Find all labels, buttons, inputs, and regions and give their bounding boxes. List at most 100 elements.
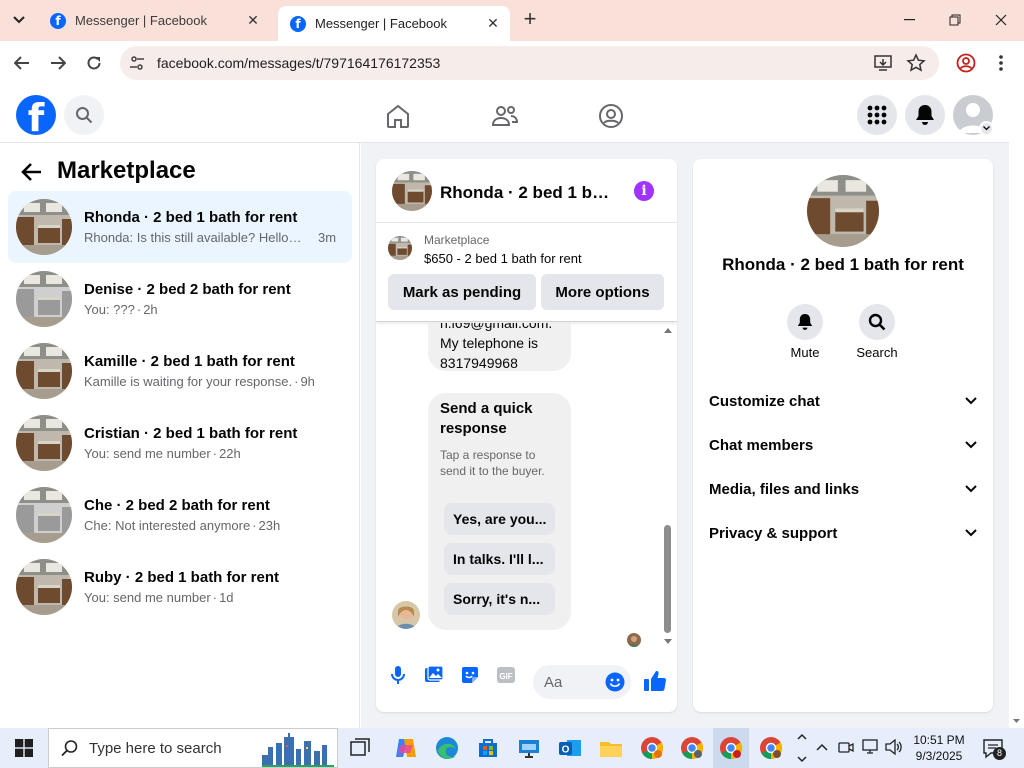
url-text[interactable]: facebook.com/messages/t/797164176172353 [157,55,440,71]
mark-as-pending-button[interactable]: Mark as pending [388,274,536,310]
bell-icon[interactable] [787,304,823,340]
search-action[interactable]: Search [837,304,917,360]
notification-center-icon[interactable]: 8 [982,738,1006,760]
info-icon[interactable]: i [634,181,654,201]
info-avatar[interactable] [807,175,879,247]
conversation-time: 3m [318,230,337,245]
task-view-icon[interactable] [347,735,373,761]
quick-reply-button[interactable]: Sorry, it's n... [444,583,555,615]
edge-browser-icon[interactable] [434,735,460,761]
section-media-files-links[interactable]: Media, files and links [701,467,985,511]
reload-button[interactable] [82,52,106,74]
notifications-button[interactable] [905,95,945,135]
chrome-icon[interactable] [679,735,705,761]
chrome-icon[interactable] [758,735,784,761]
conversation-avatar [16,487,72,543]
browser-tab-1[interactable]: f Messenger | Facebook ✕ [38,4,270,37]
browser-menu-icon[interactable] [996,54,1006,72]
more-options-button[interactable]: More options [541,274,664,310]
close-window-button[interactable] [978,0,1024,40]
taskbar-search-box[interactable]: Type here to search [48,728,338,768]
search-highlight-icon[interactable] [262,731,334,767]
tab-title: Messenger | Facebook [315,16,447,31]
conversation-row[interactable]: Kamille · 2 bed 1 bath for rent Kamille i… [8,335,352,407]
browser-tab-2[interactable]: f Messenger | Facebook ✕ [278,6,510,41]
info-title: Rhonda · 2 bed 1 bath for rent [722,255,964,274]
listing-price[interactable]: $650 - 2 bed 1 bath for rent [424,251,582,266]
chrome-icon[interactable] [639,735,665,761]
chevron-up-icon[interactable] [815,740,829,754]
thumbs-up-icon[interactable] [643,669,667,693]
facebook-favicon-icon: f [290,15,306,32]
groups-nav-icon[interactable] [597,102,625,130]
conversation-row[interactable]: Cristian · 2 bed 1 bath for rent You: sen… [8,407,352,479]
quick-reply-button[interactable]: Yes, are you... [444,503,555,535]
account-chevron-icon[interactable] [979,121,994,136]
section-customize-chat[interactable]: Customize chat [701,379,985,423]
copilot-icon[interactable] [393,735,419,761]
room-photo [16,559,72,615]
facebook-search-button[interactable] [64,95,104,135]
microphone-icon[interactable] [388,665,408,685]
volume-icon[interactable] [885,739,903,755]
bookmark-star-icon[interactable] [906,53,926,73]
gif-icon[interactable]: GIF [496,665,516,685]
bell-icon [916,105,934,125]
room-photo [388,236,412,260]
microsoft-store-icon[interactable] [475,735,501,761]
conversation-row[interactable]: Denise · 2 bed 2 bath for rent You: ??? · 2… [8,263,352,335]
conversation-avatar [16,559,72,615]
friends-nav-icon[interactable] [491,102,519,130]
home-nav-icon[interactable] [384,102,412,130]
system-clock[interactable]: 10:51 PM 9/3/2025 [906,732,972,764]
close-tab-icon[interactable]: ✕ [244,12,262,30]
conversation-snippet: You: ??? [84,302,135,317]
network-icon[interactable] [862,739,880,755]
page-scrollbar[interactable] [1009,87,1024,728]
chevron-down-icon [965,441,977,449]
listing-thumbnail[interactable] [388,236,412,260]
outlook-icon[interactable]: O [557,735,583,761]
taskbar-scroll-arrows[interactable] [795,730,809,766]
facebook-logo-icon[interactable]: f [16,95,56,135]
search-icon [61,739,79,757]
profile-icon[interactable] [956,53,976,73]
new-tab-button[interactable]: + [520,8,540,30]
install-app-icon[interactable] [874,54,892,72]
chrome-icon[interactable] [718,735,744,761]
menu-button[interactable] [857,95,897,135]
section-label: Customize chat [709,392,820,410]
chat-title[interactable]: Rhonda · 2 bed 1 bath for rent [440,183,618,203]
mute-action[interactable]: Mute [765,304,845,360]
photo-icon[interactable] [424,665,444,685]
chat-avatar[interactable] [392,171,432,211]
back-button[interactable] [10,52,34,74]
tab-search-button[interactable] [6,8,32,32]
start-button[interactable] [0,728,48,768]
close-tab-icon[interactable]: ✕ [484,15,502,33]
minimize-button[interactable] [886,0,932,40]
conversation-snippet: Che: Not interested anymore [84,518,251,533]
marketplace-title: Marketplace [57,157,196,184]
thread-scrollbar[interactable] [661,323,675,649]
chat-info-panel: Rhonda · 2 bed 1 bath for rent Mute Sear… [693,159,993,712]
sender-avatar[interactable] [392,601,420,629]
restore-button[interactable] [932,0,978,40]
file-explorer-icon[interactable] [598,735,624,761]
forward-button[interactable] [46,52,70,74]
section-chat-members[interactable]: Chat members [701,423,985,467]
meet-now-icon[interactable] [838,739,854,755]
remote-desktop-icon[interactable] [516,735,542,761]
emoji-icon[interactable] [605,672,625,692]
quick-reply-button[interactable]: In talks. I'll l... [444,543,555,575]
message-line: h.i69@gmail.com. [440,323,553,331]
back-arrow-icon[interactable] [20,160,44,184]
message-thread: h.i69@gmail.com. My telephone is 8317949… [376,323,677,649]
conversation-row[interactable]: Rhonda · 2 bed 1 bath for rent Rhonda: Is… [8,191,352,263]
conversation-row[interactable]: Ruby · 2 bed 1 bath for rent You: send me… [8,551,352,623]
section-privacy-support[interactable]: Privacy & support [701,511,985,555]
site-info-icon[interactable] [128,54,146,72]
conversation-row[interactable]: Che · 2 bed 2 bath for rent Che: Not inte… [8,479,352,551]
search-icon[interactable] [859,304,895,340]
sticker-icon[interactable] [460,665,480,685]
